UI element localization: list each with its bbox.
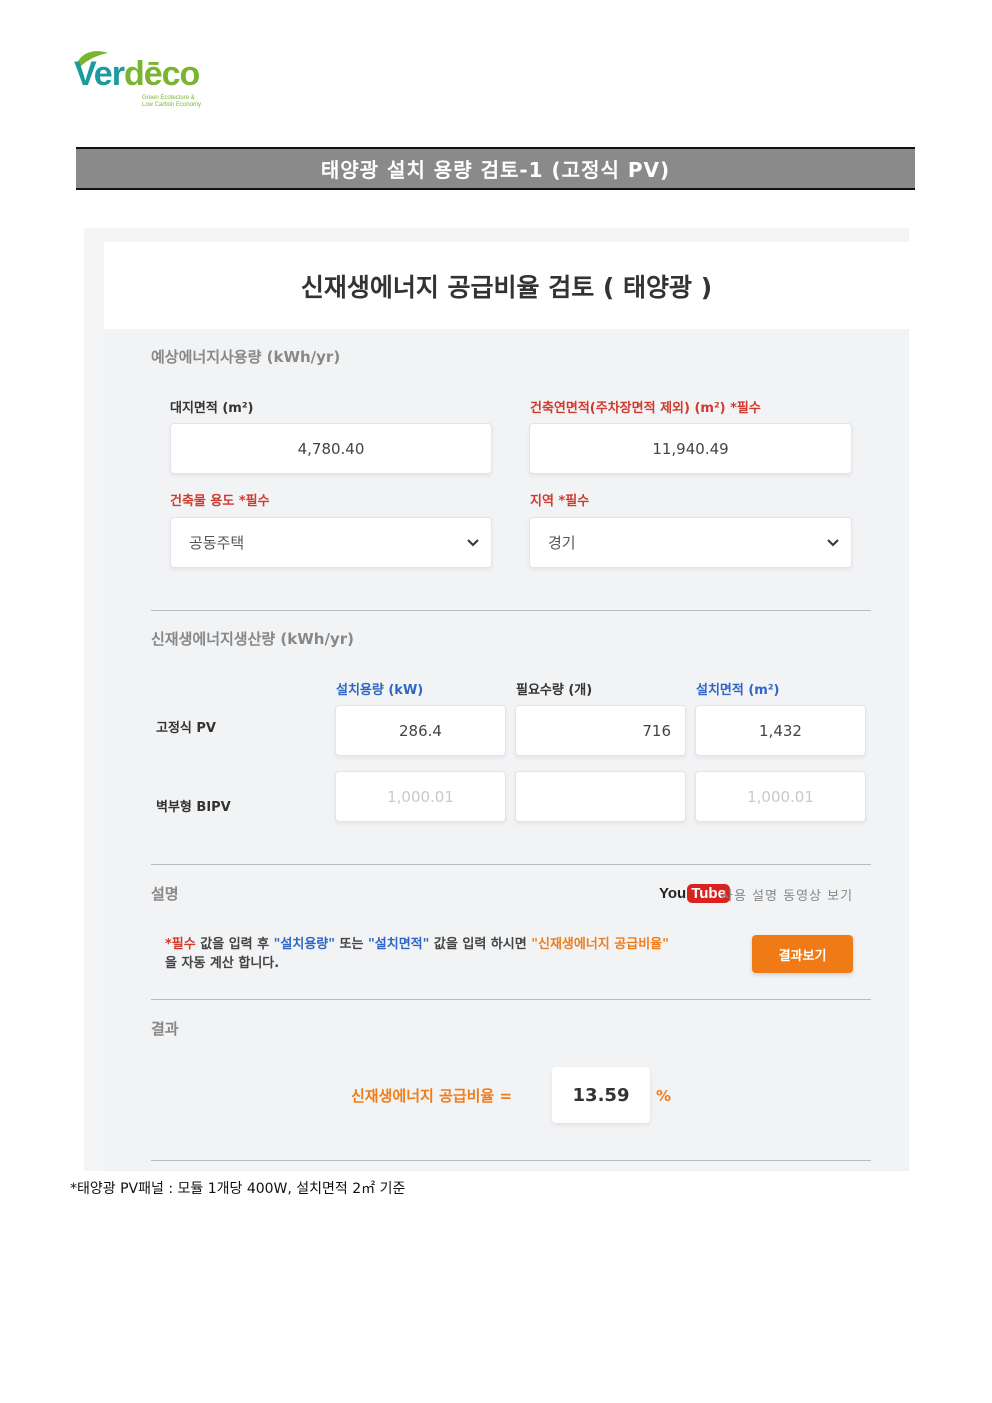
divider [151,864,871,865]
result-value: 13.59 [552,1067,650,1123]
desc-text-2: 또는 [335,937,368,952]
desc-text-1: 값을 입력 후 [195,937,274,952]
youtube-icon[interactable]: You Tube [659,882,730,904]
page-title: 태양광 설치 용량 검토-1 (고정식 PV) [76,147,915,190]
bipv-area-placeholder: 1,000.01 [747,787,814,806]
desc-capacity: "설치용량" [273,937,336,952]
bipv-capacity-placeholder: 1,000.01 [387,787,454,806]
section-energy-use: 예상에너지사용량 (kWh/yr) [151,348,341,366]
desc-text-4: 을 자동 계산 합니다. [165,956,280,971]
col-area-label: 설치면적 (m²) [696,683,780,698]
bipv-quantity-field [515,771,686,822]
bipv-area-input[interactable]: 1,000.01 [695,771,866,822]
footnote: *태양광 PV패널 : 모듈 1개당 400W, 설치면적 2㎡ 기준 [70,1181,406,1197]
region-value: 경기 [548,534,576,552]
result-unit: % [656,1087,672,1105]
region-label: 지역 *필수 [530,494,590,509]
section-result: 결과 [151,1020,179,1038]
verdeco-logo: Verdēco Green Ecotecture & Low Carbon Ec… [74,51,214,113]
building-use-label: 건축물 용도 *필수 [170,494,270,509]
section-production: 신재생에너지생산량 (kWh/yr) [151,630,354,648]
video-guide-link[interactable]: 사용 설명 동영상 보기 [721,885,853,904]
site-area-input[interactable]: 4,780.40 [170,423,492,474]
divider [151,999,871,1000]
divider [151,1160,871,1161]
logo-tagline-line2: Low Carbon Economy [142,102,202,108]
logo-tagline-line1: Green Ecotecture & [142,95,195,101]
col-quantity-label: 필요수량 (개) [516,683,593,698]
description-text: *필수 값을 입력 후 "설치용량" 또는 "설치면적" 값을 입력 하시면 "… [165,935,675,973]
fixed-pv-capacity-input[interactable]: 286.4 [335,705,506,756]
desc-ratio: "신재생에너지 공급비율" [531,937,669,952]
section-explanation: 설명 [151,885,179,903]
divider [151,610,871,611]
desc-text-3: 값을 입력 하시면 [429,937,532,952]
panel-title: 신재생에너지 공급비율 검토 ( 태양광 ) [104,242,909,329]
col-capacity-label: 설치용량 (kW) [336,683,424,698]
fixed-pv-area-input[interactable]: 1,432 [695,705,866,756]
logo-word-deco: dēco [123,55,200,93]
logo-tagline: Green Ecotecture & Low Carbon Economy [142,95,201,109]
show-result-button[interactable]: 결과보기 [752,935,853,973]
bipv-capacity-input[interactable]: 1,000.01 [335,771,506,822]
building-use-value: 공동주택 [189,534,245,552]
row-label-fixed-pv: 고정식 PV [156,721,216,736]
desc-area: "설치면적" [368,937,430,952]
floor-area-input[interactable]: 11,940.49 [529,423,852,474]
building-use-select[interactable]: 공동주택 [170,517,492,568]
region-select[interactable]: 경기 [529,517,852,568]
youtube-logo-you: You [659,884,687,902]
chevron-down-icon [827,535,839,551]
logo-wordmark: Verdēco [74,55,200,94]
row-label-bipv: 벽부형 BIPV [156,800,231,815]
floor-area-label: 건축연면적(주차장면적 제외) (m²) *필수 [530,401,761,416]
logo-word-ver: Ver [74,55,125,93]
site-area-label: 대지면적 (m²) [170,401,254,416]
fixed-pv-quantity-field: 716 [515,705,686,756]
result-label: 신재생에너지 공급비율 = [351,1087,513,1105]
chevron-down-icon [467,535,479,551]
desc-required: *필수 [165,937,196,952]
